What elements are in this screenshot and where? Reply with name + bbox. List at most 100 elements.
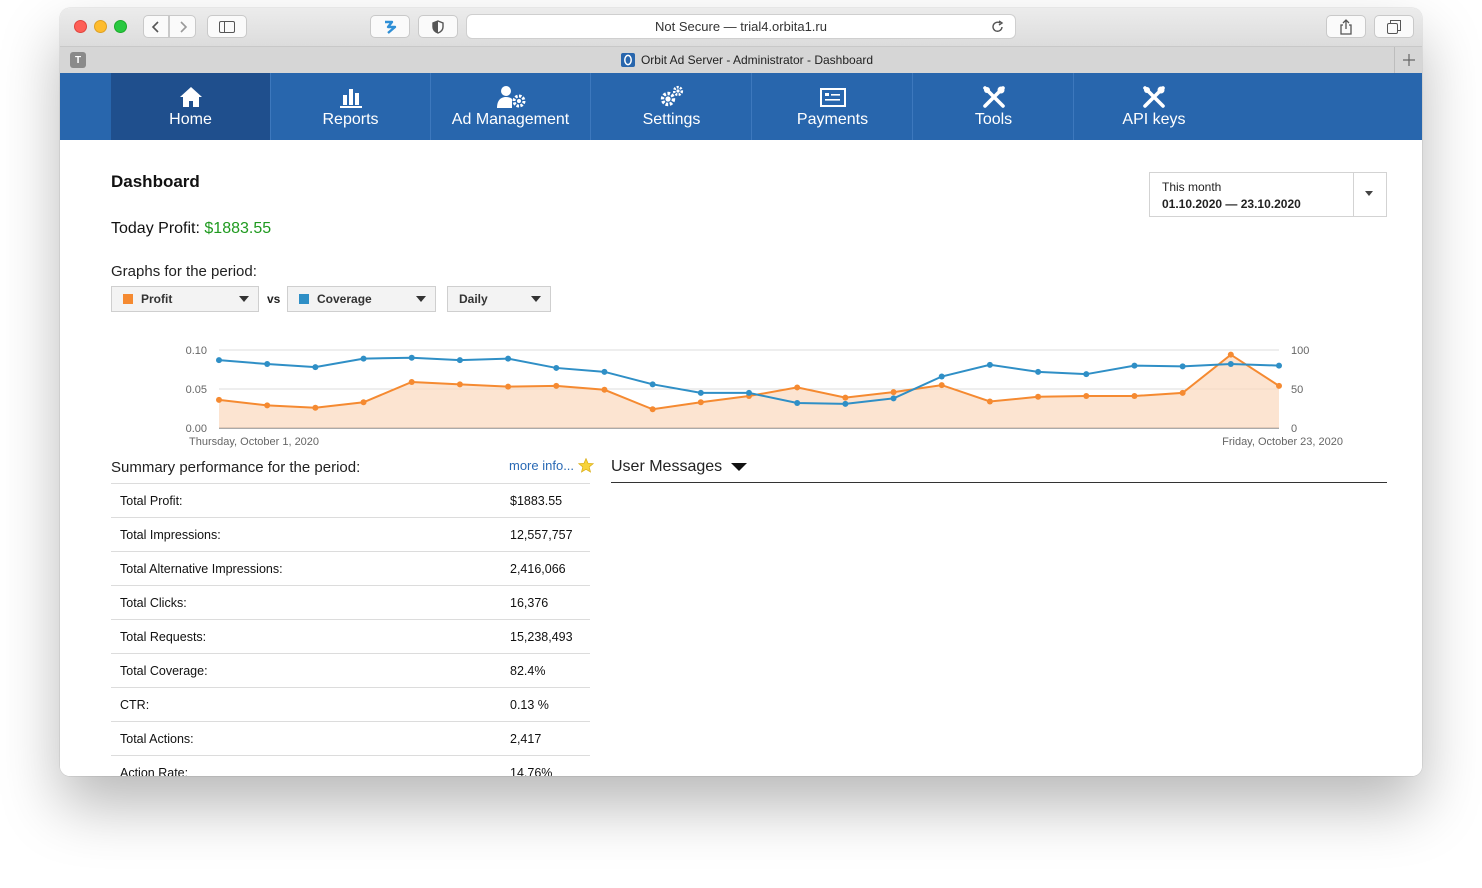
date-range-label: This month <box>1162 180 1222 194</box>
table-row: Total Clicks: 16,376 <box>111 585 590 620</box>
chevron-down-icon <box>239 296 249 302</box>
nav-item-payments[interactable]: Payments <box>753 73 913 140</box>
coverage-data-point <box>842 400 849 407</box>
forward-button[interactable] <box>169 15 196 38</box>
caret-down-icon <box>730 463 747 471</box>
back-button[interactable] <box>143 15 169 38</box>
profit-data-point <box>360 399 367 406</box>
summary-label: Total Impressions: <box>111 517 501 552</box>
card-icon <box>819 88 846 107</box>
user-messages-toggle[interactable]: User Messages <box>611 458 747 476</box>
y-left-tick-label: 0.00 <box>186 423 207 435</box>
extension-button[interactable] <box>370 15 410 38</box>
y-right-tick-label: 50 <box>1291 384 1303 396</box>
nav-item-api-keys[interactable]: API keys <box>1074 73 1234 140</box>
share-icon <box>1340 18 1352 35</box>
user-messages-divider <box>611 482 1387 483</box>
nav-label-home: Home <box>169 111 212 128</box>
star-icon <box>577 457 594 473</box>
profit-data-point <box>456 381 463 388</box>
share-button[interactable] <box>1326 15 1366 38</box>
y-right-tick-label: 0 <box>1291 423 1297 435</box>
profit-data-point <box>1276 382 1282 389</box>
summary-label: CTR: <box>111 687 501 722</box>
profit-data-point <box>842 394 849 401</box>
table-row: Total Profit: $1883.55 <box>111 483 590 518</box>
nav-item-settings[interactable]: Settings <box>592 73 752 140</box>
reload-icon[interactable] <box>991 20 1005 34</box>
main-nav: Home Reports Ad Management Settings Paym… <box>60 73 1422 142</box>
tools-icon <box>1143 86 1165 108</box>
summary-value: 2,416,066 <box>501 551 590 586</box>
nav-label-ad-management: Ad Management <box>451 111 570 128</box>
chevron-right-icon <box>179 20 187 33</box>
dashboard-content: Dashboard Today Profit: $1883.55 This mo… <box>60 140 1422 776</box>
extension-logo-icon <box>385 20 397 34</box>
coverage-data-point <box>1083 371 1090 378</box>
nav-item-home[interactable]: Home <box>111 73 271 142</box>
metric2-select[interactable]: Coverage <box>287 286 436 312</box>
metric2-value: Coverage <box>317 292 372 306</box>
profit-data-point <box>505 383 512 390</box>
interval-value: Daily <box>459 292 488 306</box>
summary-value: 12,557,757 <box>501 517 590 552</box>
coverage-data-point <box>649 381 656 388</box>
sidebar-icon <box>219 20 235 33</box>
nav-label-reports: Reports <box>322 111 379 128</box>
profit-data-point <box>986 398 993 405</box>
browser-window: Not Secure — trial4.orbita1.ru T Orbit A… <box>60 8 1422 776</box>
tabs-overview-button[interactable] <box>1374 15 1414 38</box>
table-row: Action Rate: 14.76% <box>111 755 590 776</box>
interval-select[interactable]: Daily <box>447 286 551 312</box>
url-text: Not Secure — trial4.orbita1.ru <box>655 19 827 34</box>
browser-toolbar: Not Secure — trial4.orbita1.ru <box>60 8 1422 47</box>
summary-label: Total Requests: <box>111 619 501 654</box>
profit-data-point <box>1131 393 1138 400</box>
profit-data-point <box>601 386 608 393</box>
minimize-window-button[interactable] <box>94 20 107 33</box>
nav-item-tools[interactable]: Tools <box>914 73 1074 140</box>
tab-group-badge[interactable]: T <box>70 52 86 68</box>
profit-data-point <box>216 396 222 403</box>
summary-label: Total Clicks: <box>111 585 501 620</box>
close-window-button[interactable] <box>74 20 87 33</box>
profit-data-point <box>1179 389 1186 396</box>
summary-label: Total Actions: <box>111 721 501 756</box>
sidebar-toggle-button[interactable] <box>207 15 247 38</box>
date-range-select[interactable]: This month 01.10.2020 — 23.10.2020 <box>1149 172 1387 217</box>
summary-value: $1883.55 <box>501 483 590 518</box>
nav-label-api-keys: API keys <box>1122 111 1186 128</box>
coverage-data-point <box>746 389 752 396</box>
coverage-data-point <box>601 368 608 375</box>
coverage-data-point <box>505 355 512 362</box>
chevron-left-icon <box>151 20 159 33</box>
shield-icon <box>432 19 444 34</box>
new-tab-button[interactable] <box>1394 47 1422 73</box>
nav-item-reports[interactable]: Reports <box>271 73 431 140</box>
profit-coverage-chart: 0.10 100 0.05 50 0.00 0 Thursday, October 1, 2… <box>186 345 1343 448</box>
coverage-data-point <box>794 400 801 407</box>
active-tab[interactable]: Orbit Ad Server - Administrator - Dashbo… <box>100 47 1394 73</box>
coverage-data-point <box>1131 362 1138 369</box>
more-info-link[interactable]: more info... <box>509 457 594 473</box>
home-icon <box>179 87 202 107</box>
today-profit-value: $1883.55 <box>204 220 272 237</box>
y-left-tick-label: 0.05 <box>186 384 207 396</box>
zoom-window-button[interactable] <box>114 20 127 33</box>
coverage-data-point <box>312 364 319 371</box>
tab-bar: T Orbit Ad Server - Administrator - Dash… <box>60 47 1422 74</box>
address-bar[interactable]: Not Secure — trial4.orbita1.ru <box>466 14 1016 39</box>
nav-label-settings: Settings <box>642 111 701 128</box>
coverage-data-point <box>938 373 945 380</box>
table-row: Total Coverage: 82.4% <box>111 653 590 688</box>
x-end-label: Friday, October 23, 2020 <box>1222 436 1343 448</box>
privacy-button[interactable] <box>418 15 458 38</box>
table-row: Total Requests: 15,238,493 <box>111 619 590 654</box>
summary-title: Summary performance for the period: <box>111 459 361 476</box>
summary-value: 2,417 <box>501 721 590 756</box>
nav-item-ad-management[interactable]: Ad Management <box>431 73 591 140</box>
user-gear-icon <box>496 86 525 108</box>
metric1-select[interactable]: Profit <box>111 286 259 312</box>
nav-label-tools: Tools <box>974 111 1013 128</box>
profit-data-point <box>408 378 415 385</box>
